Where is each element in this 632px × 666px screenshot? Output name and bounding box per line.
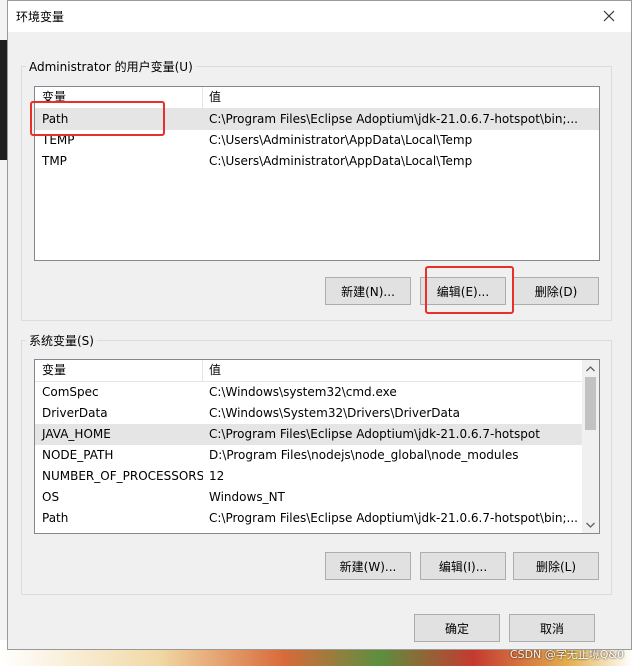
variable-name-cell: OS <box>42 490 60 504</box>
column-header-value[interactable]: 值 <box>203 360 582 381</box>
user-variables-label: Administrator 的用户变量(U) <box>29 60 193 74</box>
variable-name-cell: NODE_PATH <box>42 448 114 462</box>
list-header: 变量 值 <box>35 87 599 109</box>
scrollbar-thumb[interactable] <box>585 377 596 430</box>
variable-value-cell: 12 <box>209 469 225 483</box>
user-variables-list[interactable]: 变量 值 Path C:\Program Files\Eclipse Adopti… <box>34 86 600 261</box>
system-delete-button[interactable]: 删除(L) <box>513 552 599 580</box>
system-edit-button[interactable]: 编辑(I)... <box>420 552 506 580</box>
variable-value-cell: C:\Program Files\Eclipse Adoptium\jdk-21… <box>209 112 578 126</box>
variable-value-cell: D:\Program Files\nodejs\node_global\node… <box>209 448 519 462</box>
variable-name-cell: Path <box>42 511 69 525</box>
user-delete-button[interactable]: 删除(D) <box>513 277 599 305</box>
variable-name-cell: ComSpec <box>42 385 99 399</box>
list-header: 变量 值 <box>35 360 582 382</box>
table-row[interactable]: NODE_PATH D:\Program Files\nodejs\node_gl… <box>35 445 582 466</box>
table-row[interactable]: NUMBER_OF_PROCESSORS 12 <box>35 466 582 487</box>
variable-name-cell: JAVA_HOME <box>42 427 111 441</box>
table-row[interactable]: JAVA_HOME C:\Program Files\Eclipse Adopti… <box>35 424 582 445</box>
table-row[interactable]: Path C:\Program Files\Eclipse Adoptium\jd… <box>35 109 599 130</box>
column-header-name[interactable]: 变量 <box>35 360 203 381</box>
environment-variables-dialog: 环境变量 Administrator 的用户变量(U) 变量 值 Path C:\… <box>7 0 632 650</box>
system-variables-label: 系统变量(S) <box>29 334 94 348</box>
variable-name-cell: DriverData <box>42 406 108 420</box>
user-new-button[interactable]: 新建(N)... <box>325 277 411 305</box>
system-new-button[interactable]: 新建(W)... <box>325 552 411 580</box>
system-variables-list[interactable]: 变量 值 ComSpec C:\Windows\system32\cmd.exe D… <box>34 359 600 534</box>
variable-value-cell: Windows_NT <box>209 490 285 504</box>
table-row[interactable]: DriverData C:\Windows\System32\Drivers\Dr… <box>35 403 582 424</box>
vertical-scrollbar[interactable] <box>582 360 599 533</box>
table-row[interactable]: ComSpec C:\Windows\system32\cmd.exe <box>35 382 582 403</box>
title-bar: 环境变量 <box>8 1 631 32</box>
table-row[interactable]: TMP C:\Users\Administrator\AppData\Local\… <box>35 151 599 172</box>
variable-name-cell: NUMBER_OF_PROCESSORS <box>42 469 203 483</box>
chevron-up-icon[interactable] <box>582 360 599 377</box>
variable-value-cell: C:\Users\Administrator\AppData\Local\Tem… <box>209 154 473 168</box>
variable-value-cell: C:\Program Files\Eclipse Adoptium\jdk-21… <box>209 427 540 441</box>
user-edit-button[interactable]: 编辑(E)... <box>420 277 506 305</box>
variable-name-cell: TEMP <box>42 133 75 147</box>
table-row[interactable]: TEMP C:\Users\Administrator\AppData\Local… <box>35 130 599 151</box>
table-row[interactable]: Path C:\Program Files\Eclipse Adoptium\jd… <box>35 508 582 529</box>
variable-value-cell: C:\Windows\System32\Drivers\DriverData <box>209 406 460 420</box>
window-title: 环境变量 <box>16 10 65 24</box>
variable-name-cell: Path <box>42 112 69 126</box>
chevron-down-icon[interactable] <box>582 516 599 533</box>
table-row[interactable]: OS Windows_NT <box>35 487 582 508</box>
ok-button[interactable]: 确定 <box>414 614 500 642</box>
variable-value-cell: C:\Users\Administrator\AppData\Local\Tem… <box>209 133 473 147</box>
column-header-name[interactable]: 变量 <box>35 87 203 108</box>
close-icon[interactable] <box>601 8 617 24</box>
variable-name-cell: TMP <box>42 154 67 168</box>
cancel-button[interactable]: 取消 <box>509 614 595 642</box>
variable-value-cell: C:\Program Files\Eclipse Adoptium\jdk-21… <box>209 511 578 525</box>
column-header-value[interactable]: 值 <box>203 87 599 108</box>
variable-value-cell: C:\Windows\system32\cmd.exe <box>209 385 397 399</box>
